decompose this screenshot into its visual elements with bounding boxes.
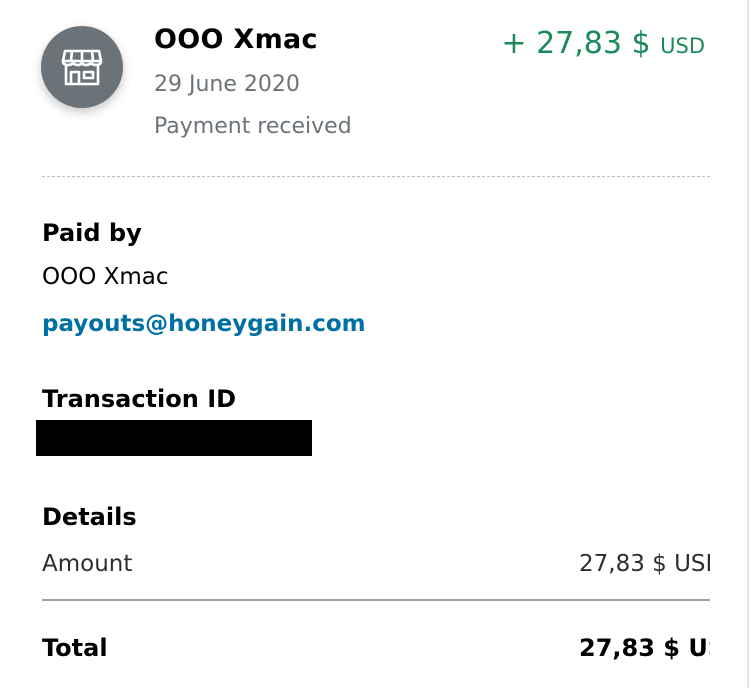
transaction-amount: + 27,83 $ USD: [501, 26, 705, 61]
transaction-id-heading: Transaction ID: [42, 385, 237, 413]
merchant-avatar: [41, 26, 123, 108]
payer-email-link[interactable]: payouts@honeygain.com: [42, 311, 366, 337]
amount-label: Amount: [42, 551, 133, 577]
details-heading: Details: [42, 503, 137, 531]
transaction-details-panel: OOO Xmac 29 June 2020 Payment received +…: [0, 0, 749, 688]
total-divider: [42, 599, 710, 601]
paid-by-heading: Paid by: [42, 219, 142, 247]
transaction-id-redacted: [36, 420, 312, 456]
transaction-status: Payment received: [154, 114, 352, 139]
transaction-date: 29 June 2020: [154, 72, 300, 97]
amount-detail-value: 27,83 $ USD: [579, 551, 710, 577]
merchant-name: OOO Xmac: [154, 24, 318, 55]
total-value: 27,83 $ USD: [579, 634, 710, 662]
payer-name: OOO Xmac: [42, 264, 169, 290]
amount-currency: USD: [660, 34, 705, 58]
header-divider: [42, 176, 710, 177]
storefront-icon: [61, 49, 103, 86]
total-label: Total: [42, 634, 108, 662]
amount-value: + 27,83 $: [501, 26, 651, 61]
